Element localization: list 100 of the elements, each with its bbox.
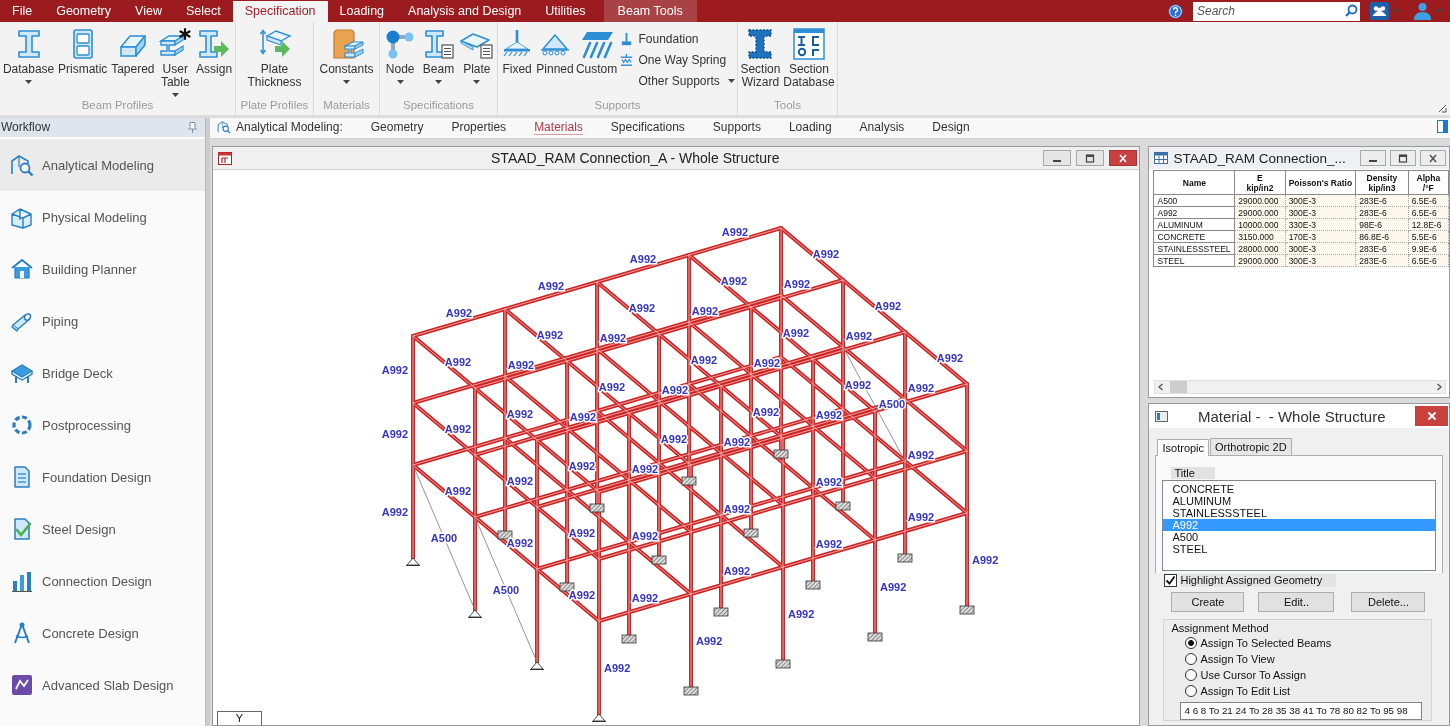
workflow-tab[interactable]: Supports [698, 118, 775, 135]
tab[interactable]: Isotropic [1157, 439, 1210, 456]
list-item[interactable]: A500 [1163, 531, 1435, 543]
ribbon-button[interactable]: Plate [459, 22, 494, 84]
menu-tab[interactable]: File [0, 0, 45, 22]
ribbon-button[interactable]: Prismatic [58, 22, 108, 76]
tab[interactable]: Orthotropic 2D [1210, 438, 1292, 455]
radio-option[interactable]: Assign To Selected Beams [1185, 635, 1332, 651]
workflow-tab[interactable]: Specifications [596, 118, 699, 135]
member-label: A992 [723, 564, 751, 577]
maximize-button[interactable] [1390, 150, 1416, 166]
menu-tab[interactable]: Loading [327, 0, 397, 22]
close-button[interactable] [1415, 406, 1448, 426]
column-header: Name [1154, 170, 1235, 195]
ribbon-button[interactable]: Fixed [500, 22, 535, 76]
expand-icon[interactable] [1438, 104, 1447, 113]
ribbon-button[interactable]: Section Database [783, 22, 835, 89]
member-label: A992 [381, 428, 408, 440]
ribbon-button[interactable]: One Way Spring [619, 52, 735, 68]
menu-tab[interactable]: Analysis and Design [396, 0, 534, 22]
workflow-tab[interactable]: Analysis [845, 118, 919, 135]
member-label: A992 [696, 634, 723, 647]
dialog-button[interactable]: Create [1171, 592, 1245, 612]
checkbox[interactable] [1164, 574, 1178, 587]
minimize-button[interactable] [1043, 150, 1072, 166]
horizontal-scrollbar[interactable] [1154, 380, 1446, 394]
workflow-item[interactable]: Piping [0, 295, 205, 347]
pinned-support-icon [591, 713, 607, 722]
search-field[interactable]: Search [1193, 1, 1343, 21]
workflow-item[interactable]: Building Planner [0, 243, 205, 295]
workflow-item[interactable]: Physical Modeling [0, 191, 205, 243]
radio-option[interactable]: Use Cursor To Assign [1185, 667, 1307, 683]
axis-tab[interactable]: Y [217, 711, 262, 725]
dialog-button[interactable]: Delete... [1351, 592, 1426, 612]
radio-button[interactable] [1185, 653, 1198, 665]
ribbon-button[interactable]: Constants [319, 22, 374, 84]
member-label: A992 [660, 433, 688, 445]
workflow-item[interactable]: Bridge Deck [0, 347, 205, 399]
ribbon-button[interactable]: Pinned [536, 22, 574, 76]
menu-tab[interactable]: Beam Tools [603, 0, 697, 22]
menu-tab[interactable]: Geometry [44, 0, 124, 22]
ribbon-button[interactable]: Section Wizard [740, 22, 781, 89]
radio-option[interactable]: Assign To Edit List [1185, 683, 1291, 699]
people-icon[interactable] [1370, 2, 1389, 20]
workflow-tab[interactable]: Materials [520, 118, 597, 135]
radio-option[interactable]: Assign To View [1185, 651, 1275, 667]
fixed-support-icon [773, 449, 789, 459]
radio-button[interactable] [1185, 685, 1198, 697]
list-item[interactable]: STAINLESSSTEEL [1163, 507, 1435, 519]
maximize-icon [1398, 153, 1408, 163]
search-icon[interactable] [1343, 1, 1360, 21]
menu-tab[interactable]: Specification [232, 1, 328, 22]
ribbon-button[interactable]: Foundation [619, 31, 735, 47]
dialog-button[interactable]: Edit.. [1258, 592, 1335, 612]
workflow-tab[interactable]: Design [918, 118, 984, 135]
radio-button[interactable] [1185, 669, 1198, 681]
menu-tab[interactable]: View [123, 0, 174, 22]
ribbon-button[interactable]: Custom [575, 22, 618, 76]
workflow-item[interactable]: Postprocessing [0, 399, 205, 451]
ribbon-button[interactable]: Node [383, 22, 418, 84]
radio-button[interactable] [1185, 637, 1198, 649]
ribbon-button[interactable]: Tapered [111, 22, 155, 76]
workflow-item[interactable]: Concrete Design [0, 607, 205, 659]
help-icon[interactable] [1168, 3, 1183, 19]
list-item[interactable]: STEEL [1163, 543, 1435, 555]
ribbon-button[interactable]: Assign [196, 22, 233, 76]
workflow-item[interactable]: Connection Design [0, 555, 205, 607]
workflow-tab[interactable]: Properties [437, 118, 521, 135]
ribbon-button[interactable]: User Table [158, 22, 193, 97]
list-item[interactable]: CONCRETE [1163, 483, 1435, 495]
frame-magnifier-icon [10, 153, 34, 177]
workflow-item[interactable]: Steel Design [0, 503, 205, 555]
ribbon-button[interactable]: Other Supports [619, 73, 735, 89]
edit-list-field[interactable]: 4 6 8 To 21 24 To 28 35 38 41 To 78 80 82 To 95 98 [1180, 702, 1423, 720]
material-list[interactable]: CONCRETE ALUMINUM STAINLESSSTEEL A992 A500 STEEL [1162, 480, 1436, 571]
workflow-tab[interactable]: Geometry [356, 118, 438, 135]
workflow-item[interactable]: Analytical Modeling [0, 139, 205, 191]
maximize-button[interactable] [1076, 150, 1105, 166]
menu-tab[interactable]: Select [173, 0, 233, 22]
panel-icon[interactable] [1437, 120, 1448, 133]
list-item[interactable]: ALUMINUM [1163, 495, 1435, 507]
close-button[interactable] [1109, 150, 1138, 166]
user-icon[interactable] [1414, 2, 1431, 20]
scroll-thumb[interactable] [1170, 381, 1188, 393]
pin-icon[interactable] [188, 121, 197, 133]
ribbon-button[interactable]: Plate Thickness [247, 22, 302, 89]
fixed-support-icon [959, 605, 975, 615]
group-label: Tools [773, 99, 802, 113]
close-button[interactable] [1420, 150, 1446, 166]
workflow-item[interactable]: Foundation Design [0, 451, 205, 503]
member-label: A992 [690, 354, 718, 366]
ribbon-button[interactable]: Database [2, 22, 55, 84]
minimize-icon [1369, 159, 1377, 162]
ribbon-button[interactable]: Beam [421, 22, 456, 84]
minimize-button[interactable] [1360, 150, 1386, 166]
bar-title: Analytical Modeling: [236, 119, 343, 134]
workflow-tab[interactable]: Loading [774, 118, 846, 135]
workflow-item[interactable]: Advanced Slab Design [0, 659, 205, 711]
list-header: Title [1171, 467, 1215, 479]
menu-tab[interactable]: Utilities [533, 0, 598, 22]
